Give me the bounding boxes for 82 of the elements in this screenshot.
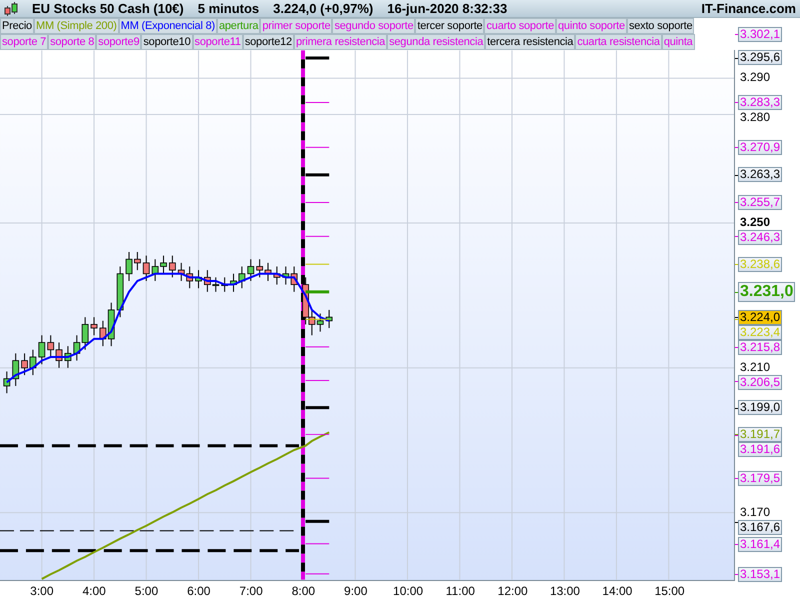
price-level-label: 3.255,7 <box>738 194 782 210</box>
candlestick <box>12 352 20 386</box>
price-level-label: 3.199,0 <box>738 400 782 416</box>
time-axis-label: 6:00 <box>187 584 210 598</box>
price-level-label: 3.167,6 <box>738 520 782 536</box>
time-axis-label: 15:00 <box>654 584 685 598</box>
price-axis-label: 3.170 <box>740 505 770 520</box>
candlestick <box>90 316 98 336</box>
time-axis-label: 9:00 <box>344 584 368 598</box>
price-level-label: 3.206,5 <box>738 375 782 390</box>
candlestick <box>195 270 202 289</box>
legend-item[interactable]: MM (Simple 200) <box>34 18 119 34</box>
price-level-label: 3.302,1 <box>738 26 782 42</box>
time-axis-label: 8:00 <box>292 584 316 598</box>
time-axis-label: 12:00 <box>498 584 528 598</box>
price-level-label: 3.246,3 <box>738 230 782 246</box>
last-quote: 3.224,0 (+0,97%) <box>273 1 374 16</box>
legend-item[interactable]: primer soporte <box>260 18 332 34</box>
price-level-label: 3.224,0 <box>738 310 782 325</box>
candlestick <box>142 255 150 282</box>
price-level-label: 3.295,6 <box>738 50 782 66</box>
price-axis-label: 3.290 <box>740 70 770 84</box>
price-level-label: 3.283,3 <box>738 94 782 110</box>
legend-item[interactable]: soporte 7 <box>0 34 48 50</box>
candlestick <box>326 309 333 329</box>
legend-item[interactable]: soporte12 <box>242 34 294 50</box>
candlestick <box>247 258 254 282</box>
price-axis-label: 3.280 <box>740 110 770 124</box>
price-level-label: 3.231,0 <box>738 282 796 302</box>
time-axis-label: 3:00 <box>30 584 54 598</box>
candlestick <box>169 255 176 278</box>
candlestick <box>30 349 36 376</box>
candlestick <box>116 266 124 318</box>
candlestick <box>3 370 10 394</box>
price-level-label: 3.238,6 <box>738 256 782 272</box>
price-level-label: 3.191,7 <box>738 426 782 442</box>
legend-item[interactable]: tercer soporte <box>415 18 484 34</box>
candlestick-icon <box>4 0 18 16</box>
candlestick <box>21 352 28 376</box>
candlestick <box>273 266 280 286</box>
time-axis-label: 5:00 <box>134 584 158 598</box>
legend-item[interactable]: soporte10 <box>141 34 193 50</box>
price-level-label: 3.270,9 <box>738 140 782 155</box>
instrument-name: EU Stocks 50 Cash (10€) <box>32 1 184 16</box>
price-level-label: 3.215,8 <box>738 340 782 355</box>
time-axis-label: 14:00 <box>602 584 632 598</box>
legend-item[interactable]: segundo soporte <box>332 18 416 34</box>
legend-item[interactable]: segunda resistencia <box>387 34 486 50</box>
candlestick <box>38 334 46 365</box>
legend-item[interactable]: tercera resistencia <box>485 34 576 50</box>
candlestick <box>126 252 132 282</box>
timeframe: 5 minutos <box>198 1 260 16</box>
legend-item[interactable]: soporte 8 <box>48 34 96 50</box>
price-level-label: 3.191,6 <box>738 442 782 457</box>
site-name: IT-Finance.com <box>701 1 796 16</box>
legend-item[interactable]: primera resistencia <box>294 34 388 50</box>
legend-item[interactable]: sexto soporte <box>626 18 694 34</box>
candlestick <box>64 346 72 368</box>
time-axis-label: 13:00 <box>550 584 580 598</box>
price-axis-label: 3.210 <box>740 360 770 374</box>
legend-item[interactable]: soporte11 <box>192 34 243 50</box>
legend-item[interactable]: quinta <box>662 34 695 50</box>
price-level-label: 3.161,4 <box>738 536 782 552</box>
time-axis-label: 10:00 <box>393 584 424 598</box>
legend-item[interactable]: MM (Exponencial 8) <box>118 18 217 34</box>
legend-item[interactable]: cuarto soporte <box>484 18 556 34</box>
price-level-label: 3.263,3 <box>738 167 782 182</box>
time-axis-label: 7:00 <box>239 584 263 598</box>
quote-datetime: 16-jun-2020 8:32:33 <box>387 1 508 16</box>
legend-item[interactable]: Precio <box>0 18 34 34</box>
legend-item[interactable]: cuarta resistencia <box>575 34 662 50</box>
legend-item[interactable]: soporte9 <box>96 34 142 50</box>
legend-item[interactable]: apertura <box>216 18 260 34</box>
price-axis-label: 3.250 <box>740 215 770 230</box>
legend-item[interactable]: quinto soporte <box>556 18 627 34</box>
candlestick <box>221 276 228 292</box>
time-axis-label: 4:00 <box>82 584 106 598</box>
price-level-label: 3.153,1 <box>738 566 782 582</box>
price-level-label: 3.179,5 <box>738 470 782 486</box>
price-level-label: 3.223,4 <box>738 324 782 340</box>
candlestick <box>134 252 141 271</box>
time-axis-label: 11:00 <box>446 584 475 598</box>
